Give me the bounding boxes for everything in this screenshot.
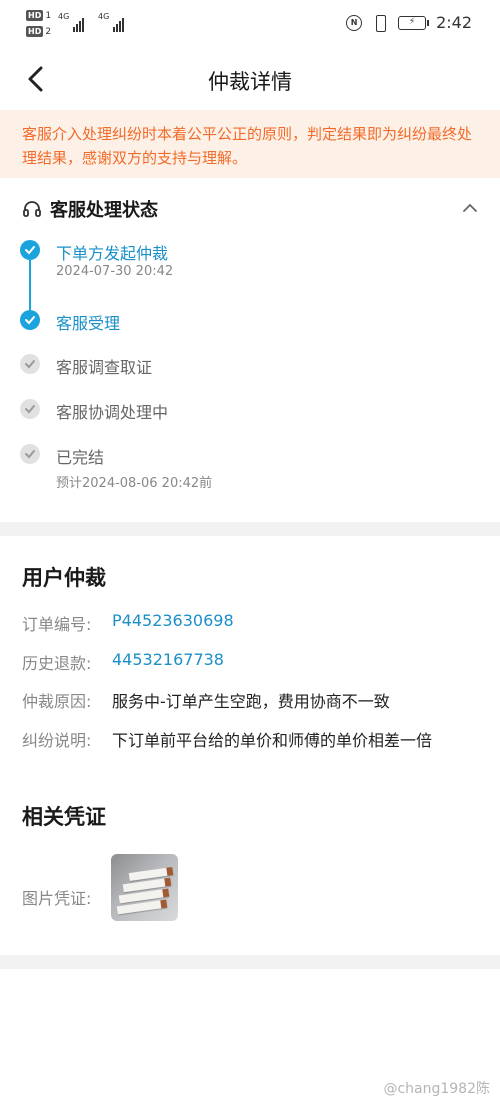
status-bar: HD 1 HD 2 4G 4G N ⚡ 2:42 [0,0,500,50]
signal-icon-1: 4G [58,12,84,32]
order-number-link[interactable]: P44523630698 [112,611,234,635]
check-icon [20,310,40,330]
section-header: 客服处理状态 [22,196,158,222]
page-title: 仲裁详情 [208,70,292,94]
step-1-label: 下单方发起仲裁 [56,244,169,263]
step-5-eta: 预计2024-08-06 20:42前 [56,476,213,491]
dispute-note-value: 下订单前平台给的单价和师傅的单价相差一倍 [112,731,433,750]
section-divider [0,522,500,536]
section-title: 客服处理状态 [50,200,158,221]
step-3-label: 客服调查取证 [56,358,153,377]
check-icon [20,399,40,419]
image-evidence-row: 图片凭证: [22,885,112,909]
notice-banner: 客服介入处理纠纷时本着公平公正的原则，判定结果即为纠纷最终处理结果，感谢双方的支… [0,110,500,178]
nfc-icon: N [346,14,363,31]
arbitration-title: 用户仲裁 [22,566,106,590]
status-right: N ⚡ 2:42 [346,13,472,32]
evidence-title: 相关凭证 [22,805,106,829]
service-status-section: 客服处理状态 下单方发起仲裁 2024-07-30 20:42 客服受理 客服调… [0,186,500,516]
reason-label: 仲裁原因: [22,692,92,711]
check-icon [20,354,40,374]
hd-badge-1: HD [26,10,44,21]
step-2-label: 客服受理 [56,314,121,333]
clock: 2:42 [436,13,472,32]
image-evidence-label: 图片凭证: [22,889,92,908]
signal-indicators: 4G 4G [58,12,124,32]
reason-value: 服务中-订单产生空跑，费用协商不一致 [112,692,390,711]
reason-row: 仲裁原因: 服务中-订单产生空跑，费用协商不一致 [22,688,390,712]
refund-history-label: 历史退款: [22,654,92,673]
battery-icon: ⚡ [398,15,430,30]
chevron-up-icon[interactable] [460,198,480,218]
sim-2-number: 2 [45,26,52,37]
signal-icon-2: 4G [98,12,124,32]
dispute-note-row: 纠纷说明: 下订单前平台给的单价和师傅的单价相差一倍 [22,727,432,751]
check-icon [20,444,40,464]
check-icon [20,240,40,260]
sim-indicators: HD 1 HD 2 [26,9,57,41]
refund-history-link[interactable]: 44532167738 [112,650,224,674]
step-5-label: 已完结 [56,448,105,467]
bottom-divider [0,955,500,969]
headset-icon [23,201,41,217]
order-number-row: 订单编号: P44523630698 [22,611,234,635]
network-type-1: 4G [58,12,70,21]
sim-1-number: 1 [45,10,52,21]
network-type-2: 4G [98,12,110,21]
evidence-image-thumbnail[interactable] [111,854,178,921]
hd-badge-2: HD [26,26,44,37]
nav-bar: 仲裁详情 [0,52,500,108]
order-number-label: 订单编号: [22,615,92,634]
refund-history-row: 历史退款: 44532167738 [22,650,224,674]
watermark: @chang1982陈 [383,1081,490,1097]
dispute-note-label: 纠纷说明: [22,731,92,750]
step-1-time: 2024-07-30 20:42 [56,264,174,279]
step-4-label: 客服协调处理中 [56,403,169,422]
vibrate-icon [372,14,388,32]
